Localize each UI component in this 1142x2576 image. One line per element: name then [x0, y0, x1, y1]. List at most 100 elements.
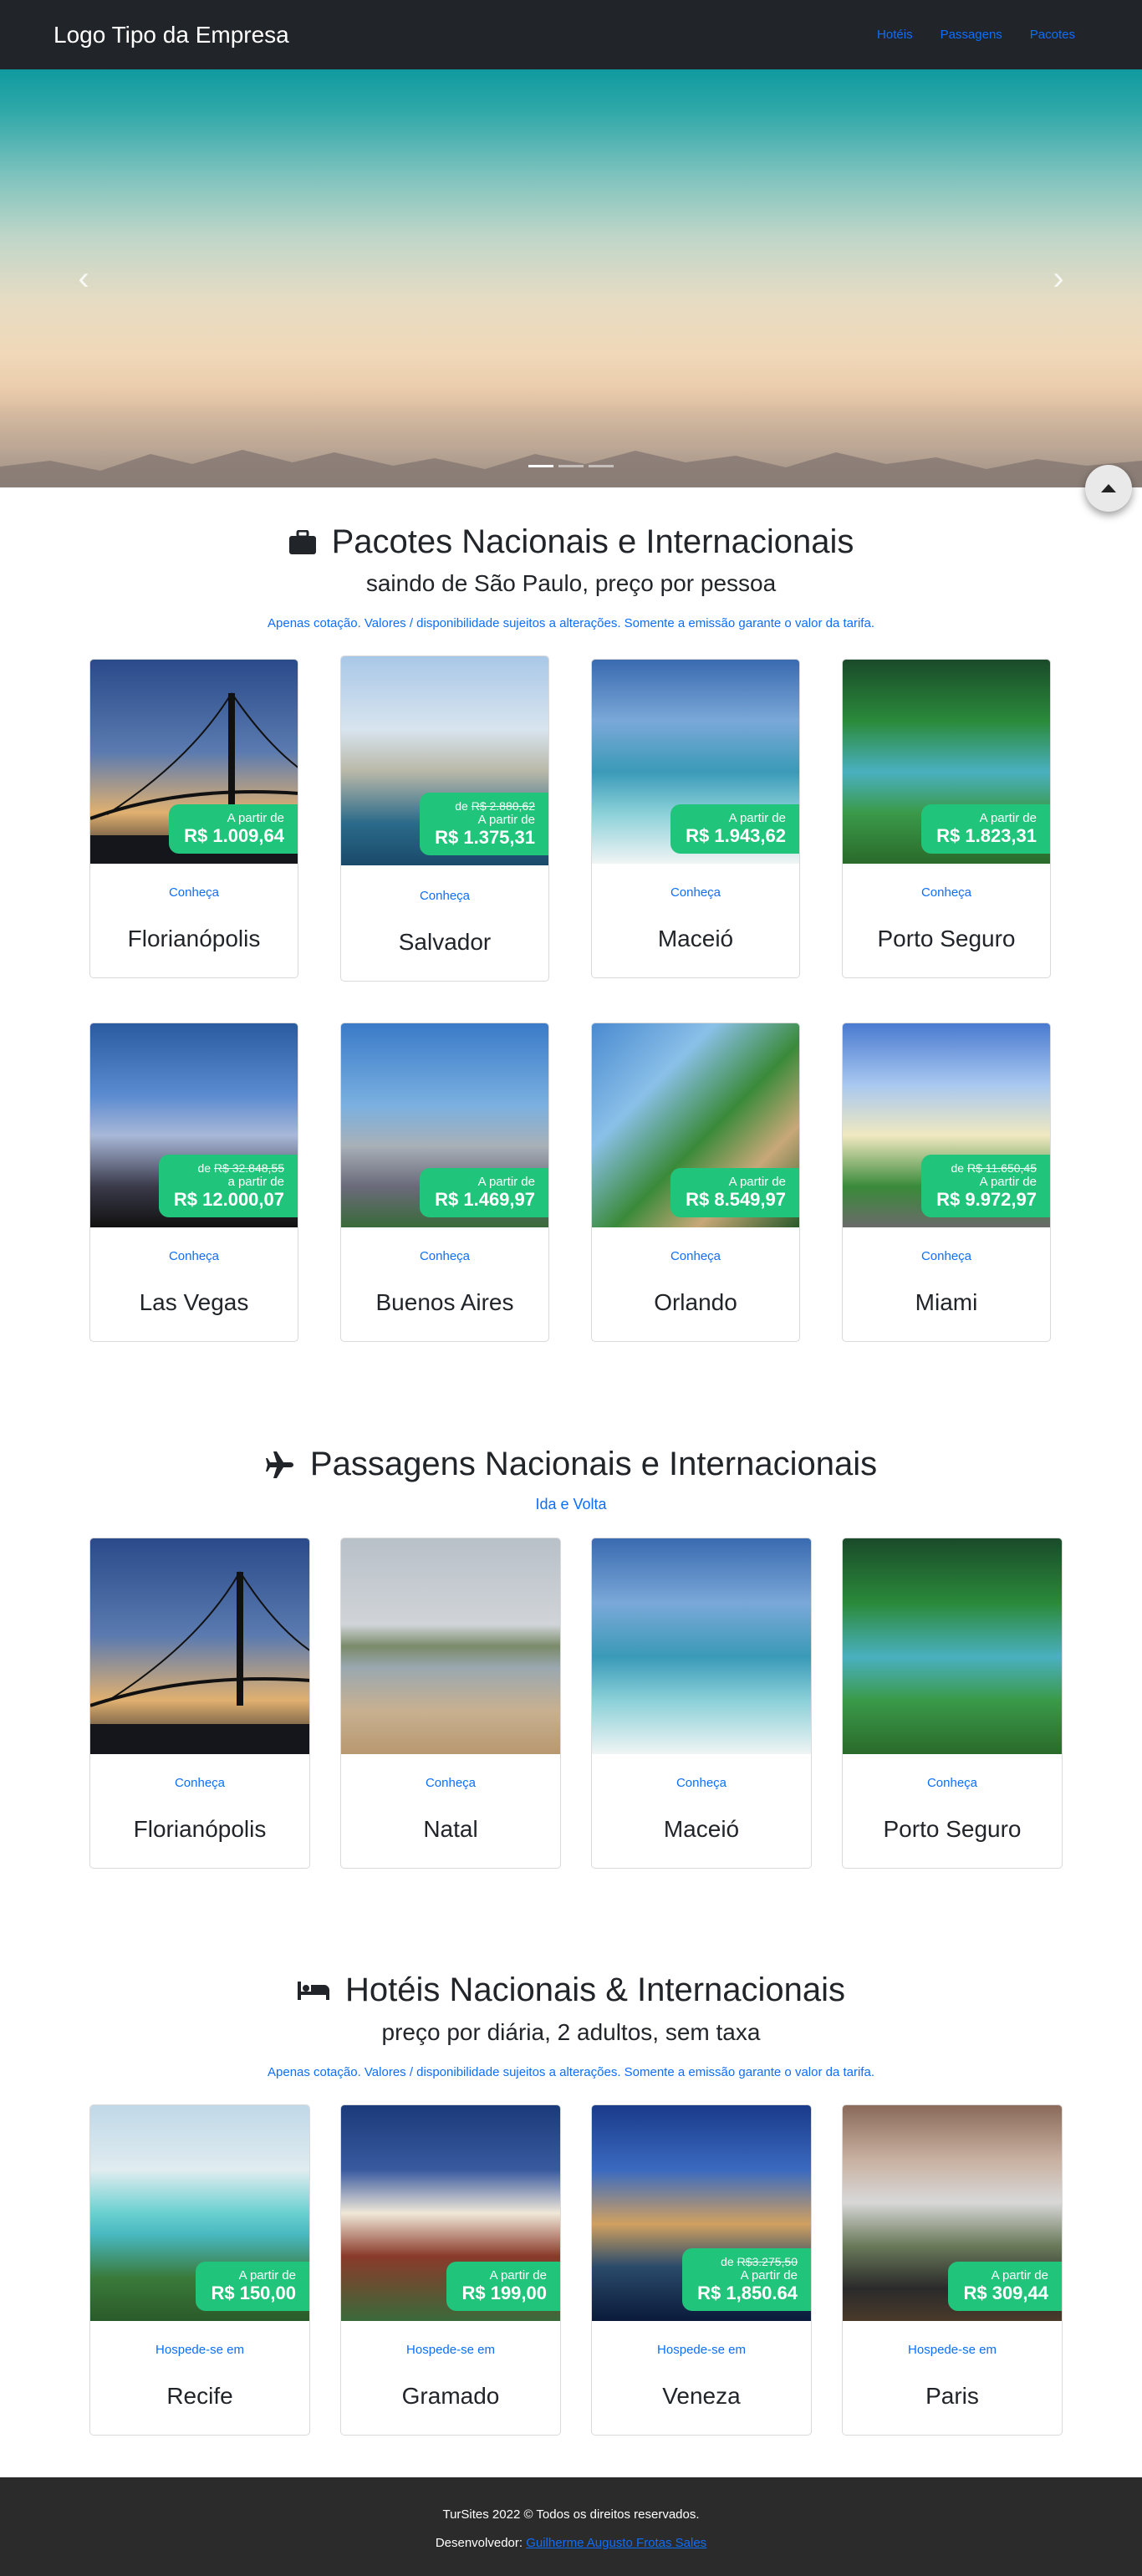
card-cta-link[interactable]: Conheça	[843, 1776, 1062, 1790]
card-cta-link[interactable]: Hospede-se em	[341, 2343, 560, 2357]
price-from-label: a partir de	[227, 1175, 284, 1189]
brand-logo[interactable]: Logo Tipo da Empresa	[54, 22, 289, 48]
packages-title-text: Pacotes Nacionais e Internacionais	[331, 523, 854, 560]
hotel-card-gramado[interactable]: A partir de R$ 199,00 Hospede-se em Gram…	[340, 2104, 561, 2436]
navbar: Logo Tipo da Empresa Hotéis Passagens Pa…	[0, 0, 1142, 69]
card-city-name: Florianópolis	[127, 926, 261, 951]
card-cta-link[interactable]: Conheça	[592, 1776, 811, 1790]
briefcase-icon	[288, 529, 316, 554]
package-image: A partir de R$ 1.469,97	[341, 1023, 548, 1227]
hero-carousel: ‹ ›	[0, 69, 1142, 487]
price-old-prefix: de	[197, 1161, 212, 1175]
footer-copyright: TurSites 2022 © Todos os direitos reserv…	[442, 2507, 700, 2522]
price-badge: A partir de R$ 199,00	[446, 2262, 560, 2311]
price-value: R$ 12.000,07	[173, 1189, 284, 1210]
packages-subtitle: saindo de São Paulo, preço por pessoa	[365, 570, 777, 596]
price-old: de R$ 11.650,45	[936, 1161, 1037, 1175]
card-cta-link[interactable]: Hospede-se em	[592, 2343, 811, 2357]
nav-link-hotels[interactable]: Hotéis	[877, 28, 913, 42]
card-city-name: Miami	[915, 1289, 978, 1315]
price-from-label: A partir de	[489, 2268, 547, 2283]
package-image: de R$ 2.880,62 A partir de R$ 1.375,31	[341, 656, 548, 865]
hotels-title-text: Hotéis Nacionais & Internacionais	[344, 1972, 846, 2008]
price-old-value: R$ 32.848,55	[213, 1161, 284, 1175]
package-image: A partir de R$ 8.549,97	[592, 1023, 799, 1227]
flight-image	[592, 1538, 811, 1754]
card-cta-link[interactable]: Conheça	[341, 889, 548, 903]
package-image: de R$ 11.650,45 A partir de R$ 9.972,97	[843, 1023, 1050, 1227]
nav-link-packages[interactable]: Pacotes	[1030, 28, 1075, 42]
card-city-name: Porto Seguro	[877, 926, 1016, 951]
flight-image	[843, 1538, 1062, 1754]
package-card-orlando[interactable]: A partir de R$ 8.549,97 Conheça Orlando	[591, 1023, 800, 1342]
hotel-card-paris[interactable]: A partir de R$ 309,44 Hospede-se em Pari…	[842, 2104, 1063, 2436]
hotels-subtitle: preço por diária, 2 adultos, sem taxa	[381, 2019, 761, 2045]
price-from-label: A partir de	[979, 811, 1037, 825]
card-city-name: Gramado	[401, 2383, 500, 2409]
price-badge: A partir de R$ 1.009,64	[169, 804, 298, 854]
card-cta-link[interactable]: Hospede-se em	[843, 2343, 1062, 2357]
carousel-prev-button[interactable]: ‹	[67, 258, 100, 299]
price-value: R$ 1.943,62	[686, 825, 786, 846]
card-cta-link[interactable]: Conheça	[90, 1249, 298, 1263]
back-to-top-button[interactable]	[1085, 465, 1132, 512]
package-card-miami[interactable]: de R$ 11.650,45 A partir de R$ 9.972,97 …	[842, 1023, 1051, 1342]
card-city-name: Porto Seguro	[883, 1816, 1022, 1842]
card-cta-link[interactable]: Hospede-se em	[90, 2343, 309, 2357]
price-badge: de R$ 11.650,45 A partir de R$ 9.972,97	[921, 1155, 1050, 1217]
card-cta-link[interactable]: Conheça	[341, 1776, 560, 1790]
hotel-image: A partir de R$ 309,44	[843, 2105, 1062, 2321]
flight-card-florianopolis[interactable]: Conheça Florianópolis	[89, 1538, 310, 1869]
price-badge: de R$ 2.880,62 A partir de R$ 1.375,31	[420, 793, 548, 855]
card-cta-link[interactable]: Conheça	[592, 885, 799, 900]
price-from-label: A partir de	[238, 2268, 296, 2283]
card-city-name: Florianópolis	[133, 1816, 267, 1842]
price-from-label: A partir de	[991, 2268, 1048, 2283]
card-cta-link[interactable]: Conheça	[90, 885, 298, 900]
package-card-florianopolis[interactable]: A partir de R$ 1.009,64 Conheça Florianó…	[89, 659, 298, 978]
hotel-image: A partir de R$ 150,00	[90, 2105, 309, 2321]
carousel-indicator-3[interactable]	[589, 465, 614, 467]
price-badge: A partir de R$ 1.823,31	[921, 804, 1050, 854]
hotel-card-veneza[interactable]: de R$3.275,50 A partir de R$ 1,850.64 Ho…	[591, 2104, 812, 2436]
carousel-indicator-1[interactable]	[528, 465, 553, 467]
package-card-porto-seguro[interactable]: A partir de R$ 1.823,31 Conheça Porto Se…	[842, 659, 1051, 978]
price-badge: A partir de R$ 1.943,62	[670, 804, 799, 854]
card-cta-link[interactable]: Conheça	[90, 1776, 309, 1790]
hotel-image: A partir de R$ 199,00	[341, 2105, 560, 2321]
package-card-salvador[interactable]: de R$ 2.880,62 A partir de R$ 1.375,31 C…	[340, 655, 549, 982]
price-old-prefix: de	[721, 2255, 734, 2268]
price-value: R$ 1.823,31	[936, 825, 1037, 846]
carousel-next-button[interactable]: ›	[1042, 258, 1075, 299]
flights-title: Passagens Nacionais e Internacionais	[0, 1446, 1142, 1483]
packages-title: Pacotes Nacionais e Internacionais	[0, 523, 1142, 561]
mountain-silhouette	[0, 450, 1142, 487]
price-from-label: A partir de	[728, 1175, 786, 1189]
package-image: de R$ 32.848,55 a partir de R$ 12.000,07	[90, 1023, 298, 1227]
package-card-maceio[interactable]: A partir de R$ 1.943,62 Conheça Maceió	[591, 659, 800, 978]
card-cta-link[interactable]: Conheça	[592, 1249, 799, 1263]
flight-card-porto-seguro[interactable]: Conheça Porto Seguro	[842, 1538, 1063, 1869]
packages-note: Apenas cotação. Valores / disponibilidad…	[268, 616, 874, 630]
price-old: de R$3.275,50	[697, 2255, 798, 2268]
flight-card-maceio[interactable]: Conheça Maceió	[591, 1538, 812, 1869]
card-cta-link[interactable]: Conheça	[843, 885, 1050, 900]
card-cta-link[interactable]: Conheça	[341, 1249, 548, 1263]
flight-card-natal[interactable]: Conheça Natal	[340, 1538, 561, 1869]
carousel-indicator-2[interactable]	[558, 465, 584, 467]
nav-link-flights[interactable]: Passagens	[941, 28, 1002, 42]
footer-developer-link[interactable]: Guilherme Augusto Frotas Sales	[526, 2536, 706, 2550]
price-from-label: A partir de	[728, 811, 786, 825]
package-card-buenos-aires[interactable]: A partir de R$ 1.469,97 Conheça Buenos A…	[340, 1023, 549, 1342]
bridge-illustration	[90, 1571, 309, 1754]
price-old-value: R$ 2.880,62	[471, 799, 535, 813]
price-from-label: A partir de	[227, 811, 284, 825]
footer: TurSites 2022 © Todos os direitos reserv…	[0, 2477, 1142, 2576]
flights-title-text: Passagens Nacionais e Internacionais	[309, 1446, 878, 1482]
chevron-up-icon	[1101, 484, 1116, 492]
hotel-image: de R$3.275,50 A partir de R$ 1,850.64	[592, 2105, 811, 2321]
hotel-card-recife[interactable]: A partir de R$ 150,00 Hospede-se em Reci…	[89, 2104, 310, 2436]
card-cta-link[interactable]: Conheça	[843, 1249, 1050, 1263]
package-card-las-vegas[interactable]: de R$ 32.848,55 a partir de R$ 12.000,07…	[89, 1023, 298, 1342]
bed-icon	[297, 1981, 329, 2000]
